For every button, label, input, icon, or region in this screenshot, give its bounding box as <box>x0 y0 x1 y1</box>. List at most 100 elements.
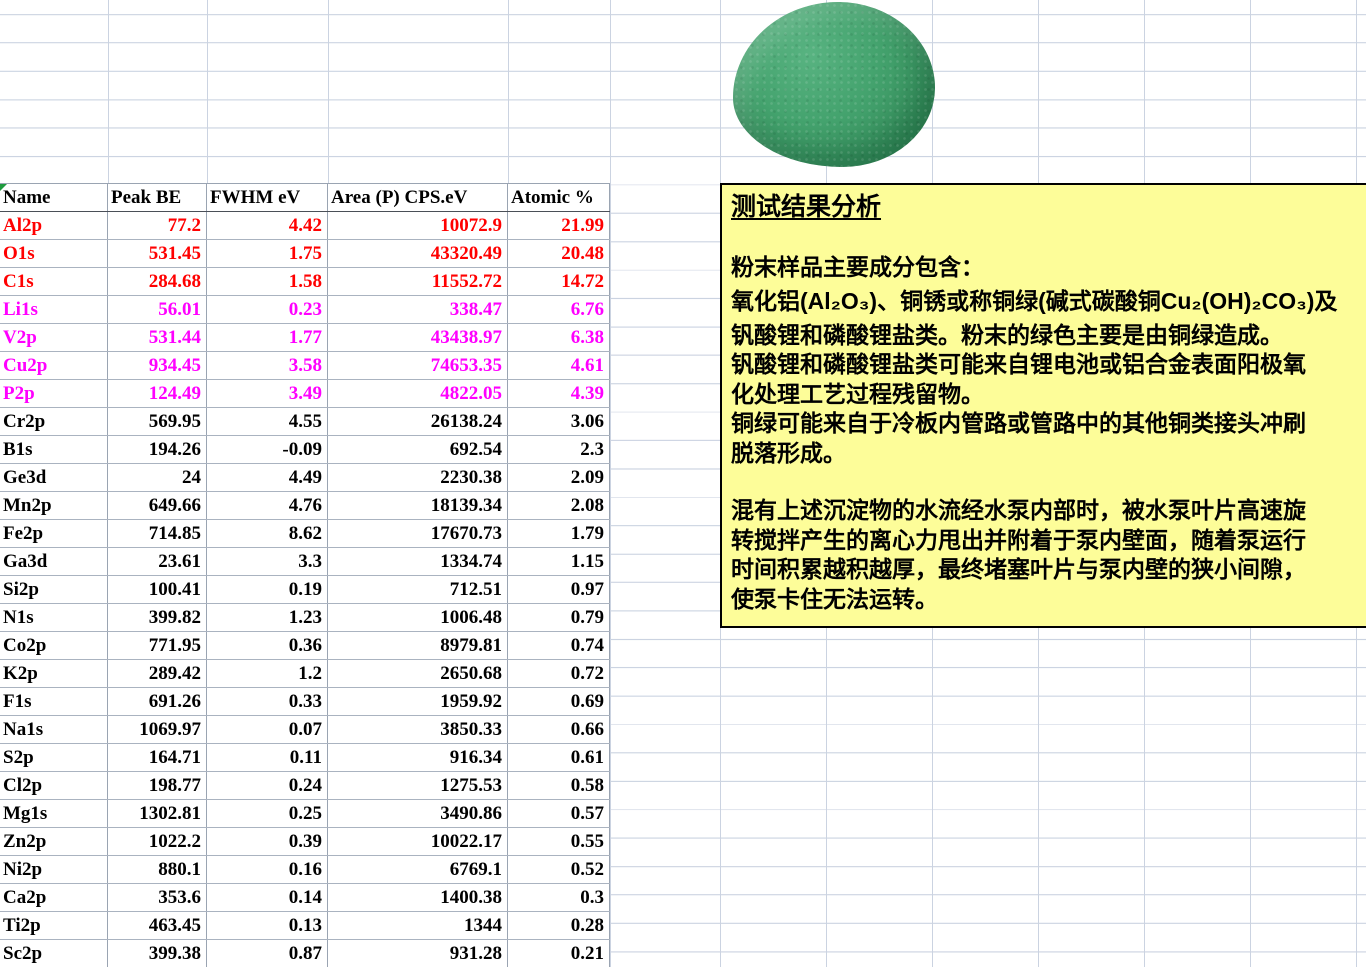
table-cell[interactable]: 0.07 <box>207 716 328 743</box>
table-cell[interactable]: Cr2p <box>0 408 108 435</box>
table-cell[interactable]: 1.23 <box>207 604 328 631</box>
table-cell[interactable]: 4.55 <box>207 408 328 435</box>
table-cell[interactable]: 714.85 <box>108 520 207 547</box>
table-cell[interactable]: 934.45 <box>108 352 207 379</box>
table-cell[interactable]: Ge3d <box>0 464 108 491</box>
column-header[interactable]: Name <box>0 184 108 211</box>
table-cell[interactable]: 1.77 <box>207 324 328 351</box>
table-cell[interactable]: 0.28 <box>508 912 610 939</box>
table-cell[interactable]: 21.99 <box>508 212 610 239</box>
table-cell[interactable]: 0.3 <box>508 884 610 911</box>
table-cell[interactable]: Ca2p <box>0 884 108 911</box>
table-cell[interactable]: 399.82 <box>108 604 207 631</box>
table-cell[interactable]: 1959.92 <box>328 688 508 715</box>
table-cell[interactable]: Mg1s <box>0 800 108 827</box>
table-cell[interactable]: 1275.53 <box>328 772 508 799</box>
table-cell[interactable]: 24 <box>108 464 207 491</box>
table-cell[interactable]: S2p <box>0 744 108 771</box>
table-cell[interactable]: P2p <box>0 380 108 407</box>
table-cell[interactable]: Ti2p <box>0 912 108 939</box>
table-cell[interactable]: Fe2p <box>0 520 108 547</box>
table-cell[interactable]: 0.55 <box>508 828 610 855</box>
table-cell[interactable]: B1s <box>0 436 108 463</box>
table-cell[interactable]: Ga3d <box>0 548 108 575</box>
table-cell[interactable]: 6.38 <box>508 324 610 351</box>
table-cell[interactable]: Mn2p <box>0 492 108 519</box>
table-cell[interactable]: 0.11 <box>207 744 328 771</box>
table-cell[interactable]: O1s <box>0 240 108 267</box>
column-header[interactable]: Atomic % <box>508 184 610 211</box>
table-cell[interactable]: 691.26 <box>108 688 207 715</box>
table-cell[interactable]: 284.68 <box>108 268 207 295</box>
table-cell[interactable]: 463.45 <box>108 912 207 939</box>
column-header[interactable]: Area (P) CPS.eV <box>328 184 508 211</box>
table-cell[interactable]: 0.72 <box>508 660 610 687</box>
table-cell[interactable]: 11552.72 <box>328 268 508 295</box>
table-cell[interactable]: 338.47 <box>328 296 508 323</box>
table-cell[interactable]: 2230.38 <box>328 464 508 491</box>
table-cell[interactable]: 43438.97 <box>328 324 508 351</box>
table-cell[interactable]: 164.71 <box>108 744 207 771</box>
table-cell[interactable]: 771.95 <box>108 632 207 659</box>
table-cell[interactable]: 880.1 <box>108 856 207 883</box>
table-cell[interactable]: Si2p <box>0 576 108 603</box>
table-cell[interactable]: Cl2p <box>0 772 108 799</box>
table-cell[interactable]: 692.54 <box>328 436 508 463</box>
table-cell[interactable]: 649.66 <box>108 492 207 519</box>
table-cell[interactable]: Al2p <box>0 212 108 239</box>
table-cell[interactable]: 18139.34 <box>328 492 508 519</box>
table-cell[interactable]: Co2p <box>0 632 108 659</box>
table-cell[interactable]: 3.49 <box>207 380 328 407</box>
table-cell[interactable]: 0.69 <box>508 688 610 715</box>
column-header[interactable]: FWHM eV <box>207 184 328 211</box>
table-cell[interactable]: 6.76 <box>508 296 610 323</box>
table-cell[interactable]: 23.61 <box>108 548 207 575</box>
table-cell[interactable]: Ni2p <box>0 856 108 883</box>
table-cell[interactable]: 0.58 <box>508 772 610 799</box>
table-cell[interactable]: 3.58 <box>207 352 328 379</box>
table-cell[interactable]: 74653.35 <box>328 352 508 379</box>
table-cell[interactable]: 2.09 <box>508 464 610 491</box>
table-cell[interactable]: 399.38 <box>108 940 207 967</box>
table-cell[interactable]: V2p <box>0 324 108 351</box>
table-cell[interactable]: 198.77 <box>108 772 207 799</box>
table-cell[interactable]: 2650.68 <box>328 660 508 687</box>
table-cell[interactable]: 0.39 <box>207 828 328 855</box>
table-cell[interactable]: 14.72 <box>508 268 610 295</box>
table-cell[interactable]: 3850.33 <box>328 716 508 743</box>
table-cell[interactable]: 4.42 <box>207 212 328 239</box>
table-cell[interactable]: 1006.48 <box>328 604 508 631</box>
green-powder-photo[interactable] <box>733 2 935 167</box>
table-cell[interactable]: 1022.2 <box>108 828 207 855</box>
table-cell[interactable]: N1s <box>0 604 108 631</box>
table-cell[interactable]: C1s <box>0 268 108 295</box>
table-cell[interactable]: 4.76 <box>207 492 328 519</box>
table-cell[interactable]: 712.51 <box>328 576 508 603</box>
table-cell[interactable]: 6769.1 <box>328 856 508 883</box>
table-cell[interactable]: 916.34 <box>328 744 508 771</box>
table-cell[interactable]: 0.52 <box>508 856 610 883</box>
table-cell[interactable]: 1344 <box>328 912 508 939</box>
table-cell[interactable]: Na1s <box>0 716 108 743</box>
table-cell[interactable]: 100.41 <box>108 576 207 603</box>
table-cell[interactable]: 194.26 <box>108 436 207 463</box>
table-cell[interactable]: 0.24 <box>207 772 328 799</box>
table-cell[interactable]: 0.13 <box>207 912 328 939</box>
table-cell[interactable]: 10022.17 <box>328 828 508 855</box>
table-cell[interactable]: 0.74 <box>508 632 610 659</box>
table-cell[interactable]: 0.87 <box>207 940 328 967</box>
table-cell[interactable]: 931.28 <box>328 940 508 967</box>
table-cell[interactable]: 4.61 <box>508 352 610 379</box>
table-cell[interactable]: 10072.9 <box>328 212 508 239</box>
table-cell[interactable]: 1.2 <box>207 660 328 687</box>
table-cell[interactable]: F1s <box>0 688 108 715</box>
table-cell[interactable]: 1.58 <box>207 268 328 295</box>
table-cell[interactable]: 0.14 <box>207 884 328 911</box>
table-cell[interactable]: 289.42 <box>108 660 207 687</box>
table-cell[interactable]: 353.6 <box>108 884 207 911</box>
table-cell[interactable]: 531.44 <box>108 324 207 351</box>
table-cell[interactable]: Zn2p <box>0 828 108 855</box>
table-cell[interactable]: 0.61 <box>508 744 610 771</box>
table-cell[interactable]: K2p <box>0 660 108 687</box>
table-cell[interactable]: 0.23 <box>207 296 328 323</box>
